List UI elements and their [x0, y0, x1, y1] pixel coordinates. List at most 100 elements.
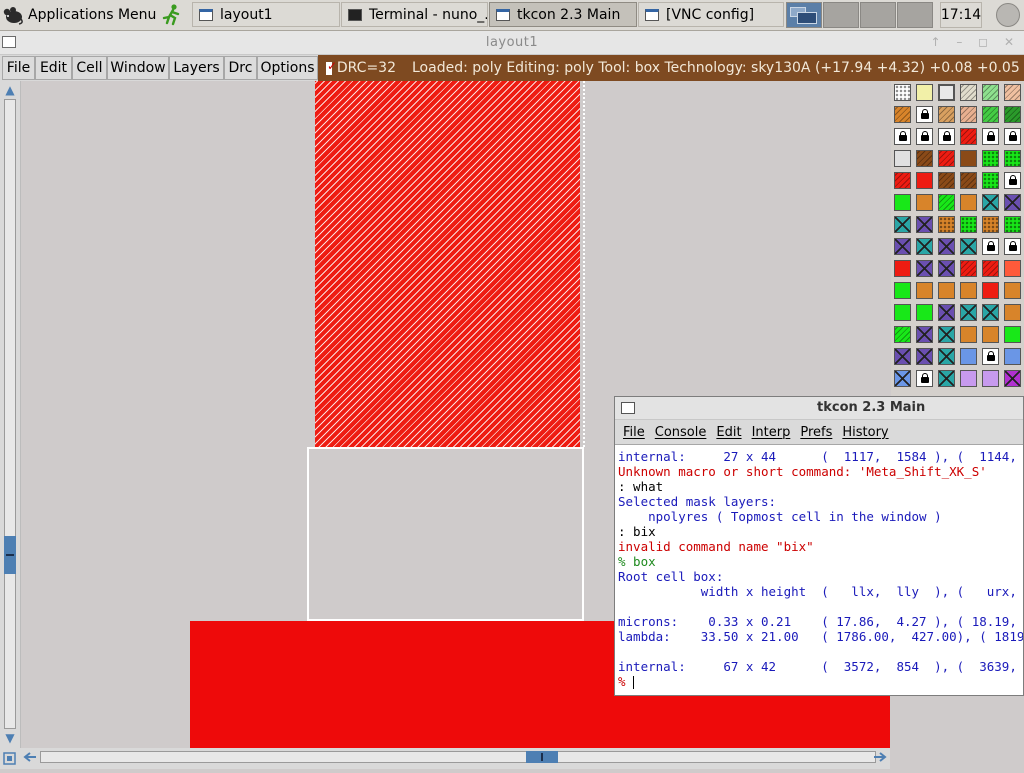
workspace-3[interactable]: [860, 2, 896, 28]
menu-options[interactable]: Options: [257, 56, 318, 80]
layer-lock-icon[interactable]: [916, 128, 933, 145]
layer-swatch[interactable]: [982, 304, 999, 321]
taskbar-item-vnc-config[interactable]: [VNC config]: [638, 2, 784, 27]
layer-swatch[interactable]: [938, 172, 955, 189]
drc-checkbox[interactable]: [326, 59, 337, 75]
horizontal-scroll-track[interactable]: [40, 751, 876, 763]
layer-swatch[interactable]: [894, 348, 911, 365]
tkcon-menu-edit[interactable]: Edit: [716, 425, 741, 440]
scroll-right-icon[interactable]: [872, 751, 888, 763]
menu-layers[interactable]: Layers: [169, 56, 224, 80]
layer-swatch[interactable]: [982, 216, 999, 233]
layer-lock-icon[interactable]: [1004, 128, 1021, 145]
taskbar-item-terminal[interactable]: Terminal - nuno_...: [341, 2, 488, 27]
horizontal-scrollbar[interactable]: [20, 748, 890, 769]
layer-swatch[interactable]: [938, 238, 955, 255]
layer-swatch[interactable]: [1004, 326, 1021, 343]
layer-swatch[interactable]: [894, 326, 911, 343]
layer-swatch[interactable]: [960, 194, 977, 211]
taskbar-item-layout1[interactable]: layout1: [192, 2, 340, 27]
menu-file[interactable]: File: [2, 56, 35, 80]
layer-swatch[interactable]: [916, 304, 933, 321]
taskbar-item-tkcon[interactable]: tkcon 2.3 Main: [489, 2, 637, 27]
layer-swatch[interactable]: [960, 370, 977, 387]
vertical-scrollbar[interactable]: ▲ ▼: [0, 81, 21, 748]
layer-swatch[interactable]: [1004, 150, 1021, 167]
layer-swatch[interactable]: [960, 106, 977, 123]
layer-swatch[interactable]: [938, 260, 955, 277]
layer-swatch[interactable]: [938, 326, 955, 343]
layer-swatch[interactable]: [1004, 260, 1021, 277]
tkcon-console-output[interactable]: internal: 27 x 44 ( 1117, 1584 ), ( 1144…: [618, 449, 1023, 695]
layer-lock-icon[interactable]: [938, 128, 955, 145]
layer-lock-icon[interactable]: [1004, 172, 1021, 189]
layer-swatch[interactable]: [960, 326, 977, 343]
window-buttons[interactable]: ↑ – ◻ ✕: [930, 35, 1020, 49]
console-prompt[interactable]: %: [618, 674, 1023, 689]
layer-palette[interactable]: [891, 81, 1024, 401]
layout-window-titlebar[interactable]: layout1 ↑ – ◻ ✕: [0, 31, 1024, 55]
layer-swatch[interactable]: [916, 172, 933, 189]
layer-lock-icon[interactable]: [982, 238, 999, 255]
layer-swatch[interactable]: [982, 172, 999, 189]
layer-swatch[interactable]: [982, 326, 999, 343]
layer-swatch[interactable]: [960, 84, 977, 101]
layer-swatch[interactable]: [1004, 216, 1021, 233]
layer-lock-icon[interactable]: [894, 128, 911, 145]
layer-swatch[interactable]: [982, 370, 999, 387]
menu-edit[interactable]: Edit: [35, 56, 72, 80]
tkcon-menu-prefs[interactable]: Prefs: [800, 425, 832, 440]
layer-swatch[interactable]: [916, 216, 933, 233]
layer-swatch[interactable]: [960, 304, 977, 321]
layer-swatch[interactable]: [1004, 106, 1021, 123]
vertical-scroll-thumb[interactable]: [4, 536, 16, 574]
applications-menu-button[interactable]: Applications Menu: [2, 2, 162, 28]
layer-swatch[interactable]: [938, 348, 955, 365]
workspace-4[interactable]: [897, 2, 933, 28]
layer-lock-icon[interactable]: [916, 370, 933, 387]
zoom-box-icon[interactable]: [0, 748, 20, 769]
layer-swatch[interactable]: [916, 326, 933, 343]
tkcon-menu-history[interactable]: History: [842, 425, 888, 440]
layer-swatch[interactable]: [938, 84, 955, 101]
layer-swatch[interactable]: [894, 370, 911, 387]
workspace-2[interactable]: [823, 2, 859, 28]
layer-swatch[interactable]: [894, 172, 911, 189]
layer-swatch[interactable]: [916, 194, 933, 211]
layer-swatch[interactable]: [1004, 304, 1021, 321]
layer-swatch[interactable]: [960, 260, 977, 277]
layer-swatch[interactable]: [894, 260, 911, 277]
layer-swatch[interactable]: [938, 194, 955, 211]
layer-swatch[interactable]: [1004, 370, 1021, 387]
layer-swatch[interactable]: [982, 282, 999, 299]
layer-swatch[interactable]: [960, 216, 977, 233]
menu-window[interactable]: Window: [107, 56, 169, 80]
layer-swatch[interactable]: [894, 150, 911, 167]
layer-swatch[interactable]: [916, 84, 933, 101]
layer-lock-icon[interactable]: [982, 128, 999, 145]
tkcon-menu-console[interactable]: Console: [655, 425, 707, 440]
window-menu-icon[interactable]: [621, 402, 635, 414]
scroll-down-icon[interactable]: ▼: [3, 731, 17, 745]
layer-swatch[interactable]: [894, 238, 911, 255]
layer-swatch[interactable]: [916, 282, 933, 299]
scroll-up-icon[interactable]: ▲: [3, 83, 17, 97]
layer-swatch[interactable]: [916, 348, 933, 365]
drc-toggle[interactable]: DRC=32: [318, 55, 396, 81]
layer-swatch[interactable]: [916, 260, 933, 277]
layer-swatch[interactable]: [982, 150, 999, 167]
layer-swatch[interactable]: [938, 106, 955, 123]
layer-lock-icon[interactable]: [916, 106, 933, 123]
tkcon-menu-file[interactable]: File: [623, 425, 645, 440]
layer-swatch[interactable]: [938, 150, 955, 167]
layer-swatch[interactable]: [1004, 194, 1021, 211]
logout-icon[interactable]: [996, 3, 1020, 27]
horizontal-scroll-thumb[interactable]: [526, 751, 558, 763]
layer-swatch[interactable]: [894, 194, 911, 211]
layer-swatch[interactable]: [960, 128, 977, 145]
layer-swatch[interactable]: [982, 84, 999, 101]
layer-swatch[interactable]: [1004, 348, 1021, 365]
layer-swatch[interactable]: [960, 150, 977, 167]
layer-swatch[interactable]: [960, 172, 977, 189]
layer-lock-icon[interactable]: [1004, 238, 1021, 255]
